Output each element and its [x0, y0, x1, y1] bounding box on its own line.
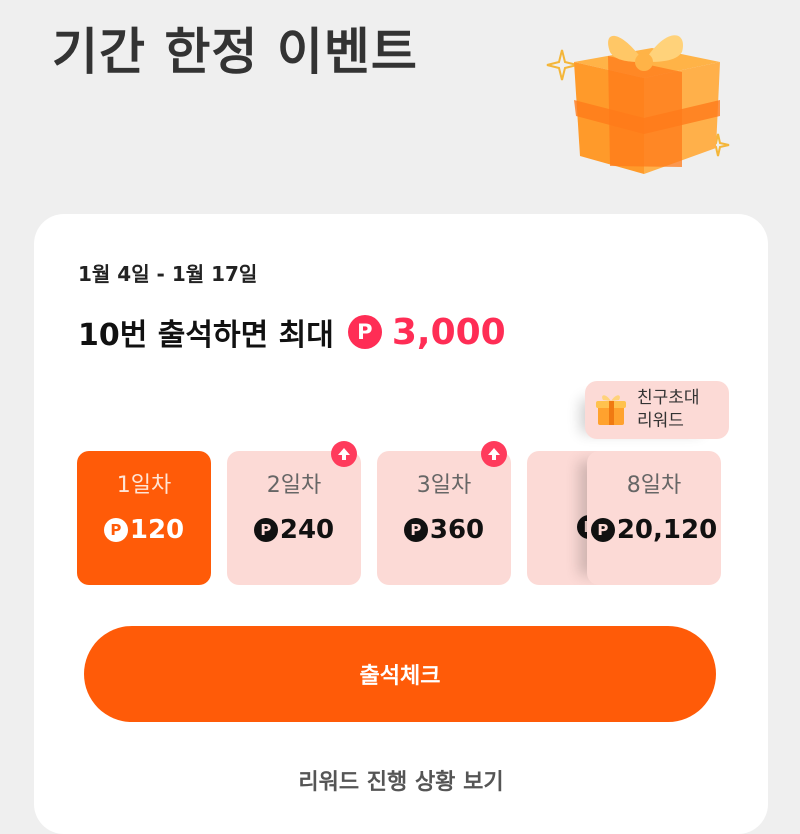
tooltip-text: 친구초대 리워드: [637, 387, 700, 433]
day-amount: P 240: [227, 515, 361, 545]
day-reward-list[interactable]: 1일차 P 120 2일차 P 240 3일차 P 360 4 P: [77, 451, 737, 585]
day-label: 8일차: [626, 473, 682, 498]
point-coin-icon: P: [347, 315, 382, 349]
tooltip-line-2: 리워드: [637, 411, 684, 431]
point-coin-icon: P: [253, 518, 278, 542]
headline-text: 10번 출석하면 최대: [78, 318, 334, 353]
attendance-event-card: 1월 4일 - 1월 17일 10번 출석하면 최대 P 3,000 1일차 P…: [34, 214, 768, 834]
day-label: 3일차: [416, 473, 472, 498]
day-amount-value: 240: [279, 515, 335, 545]
day-amount-value: 120: [129, 515, 185, 545]
checkin-button[interactable]: 출석체크: [84, 626, 716, 722]
reward-headline: 10번 출석하면 최대 P 3,000: [78, 310, 506, 354]
day-tile-2[interactable]: 2일차 P 240: [227, 451, 361, 585]
event-period: 1월 4일 - 1월 17일: [78, 262, 258, 286]
day-amount-value: 360: [429, 515, 485, 545]
point-coin-icon: P: [403, 518, 428, 542]
gift-box-icon: [546, 35, 730, 174]
day-amount: P 120: [77, 515, 211, 545]
day-tile-1[interactable]: 1일차 P 120: [77, 451, 211, 585]
day-label: 1일차: [116, 473, 172, 498]
arrow-up-badge-icon: [481, 441, 507, 467]
day-amount: P 360: [377, 515, 511, 545]
day-label: 2일차: [266, 473, 322, 498]
point-coin-icon: P: [590, 518, 615, 542]
gift-box-icon: [596, 395, 626, 425]
day-amount-value: 20,120: [616, 515, 718, 545]
friend-invite-reward-tooltip: 친구초대 리워드: [585, 381, 729, 439]
day-tile-3[interactable]: 3일차 P 360: [377, 451, 511, 585]
point-coin-icon: P: [103, 518, 128, 542]
reward-progress-link[interactable]: 리워드 진행 상황 보기: [34, 764, 768, 796]
event-title: 기간 한정 이벤트: [52, 23, 418, 81]
tooltip-line-1: 친구초대: [637, 388, 700, 408]
day-amount: P 20,120: [587, 515, 721, 545]
day-tile-8[interactable]: 8일차 P 20,120: [587, 451, 721, 585]
arrow-up-badge-icon: [331, 441, 357, 467]
max-reward-amount: 3,000: [391, 311, 506, 353]
